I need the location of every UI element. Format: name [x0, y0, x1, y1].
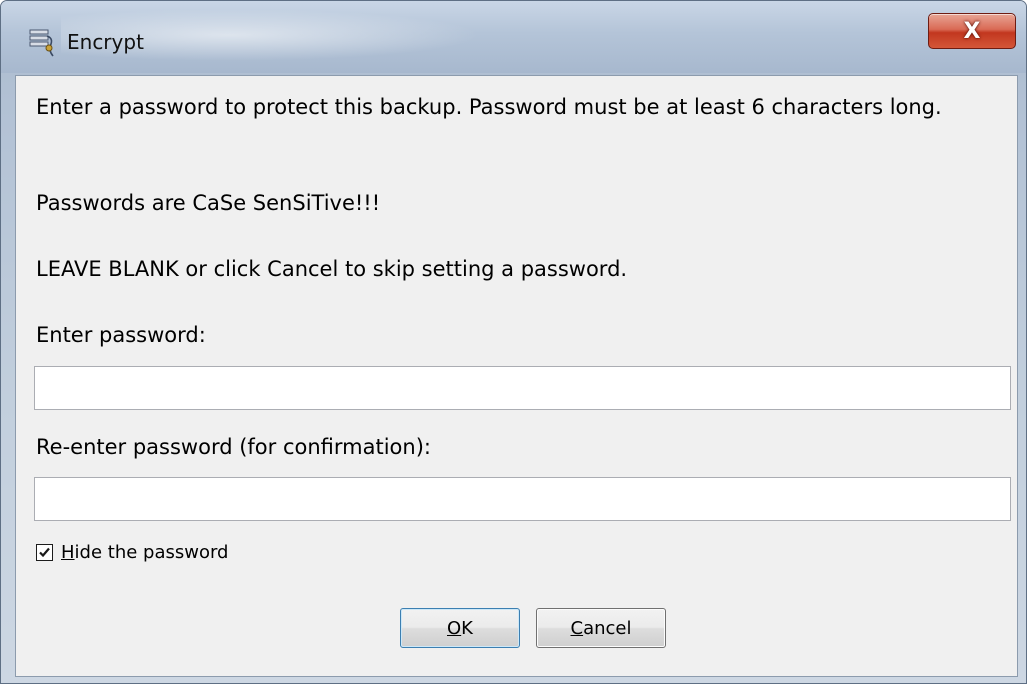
ok-button[interactable]: OK	[400, 608, 520, 648]
ok-label-rest: K	[461, 617, 473, 639]
checkmark-icon	[39, 547, 50, 558]
cancel-button[interactable]: Cancel	[536, 608, 666, 648]
hide-password-option[interactable]: Hide the password	[36, 542, 229, 563]
dialog-body: Enter a password to protect this backup.…	[15, 75, 1018, 677]
confirm-password-input[interactable]	[34, 477, 1011, 521]
close-button[interactable]: X	[928, 13, 1016, 49]
encrypt-app-icon[interactable]	[29, 28, 57, 58]
close-icon: X	[963, 18, 981, 44]
hide-password-mnemonic: H	[61, 542, 75, 563]
window-title: Encrypt	[67, 30, 144, 54]
cancel-mnemonic: C	[570, 617, 584, 639]
skip-hint-text: LEAVE BLANK or click Cancel to skip sett…	[36, 257, 628, 281]
password-input[interactable]	[34, 366, 1011, 410]
hide-password-checkbox[interactable]	[36, 544, 53, 561]
intro-text: Enter a password to protect this backup.…	[36, 95, 942, 119]
case-warning-text: Passwords are CaSe SenSiTive!!!	[36, 191, 381, 215]
cancel-label-rest: ancel	[583, 617, 632, 639]
enter-password-label: Enter password:	[36, 323, 206, 347]
reenter-password-label: Re-enter password (for confirmation):	[36, 435, 431, 459]
encrypt-dialog: Encrypt X Enter a password to protect th…	[0, 0, 1027, 684]
title-bar[interactable]: Encrypt X	[1, 1, 1026, 73]
hide-password-label: Hide the password	[61, 542, 229, 563]
ok-mnemonic: O	[447, 617, 462, 639]
hide-password-label-rest: ide the password	[74, 542, 229, 563]
